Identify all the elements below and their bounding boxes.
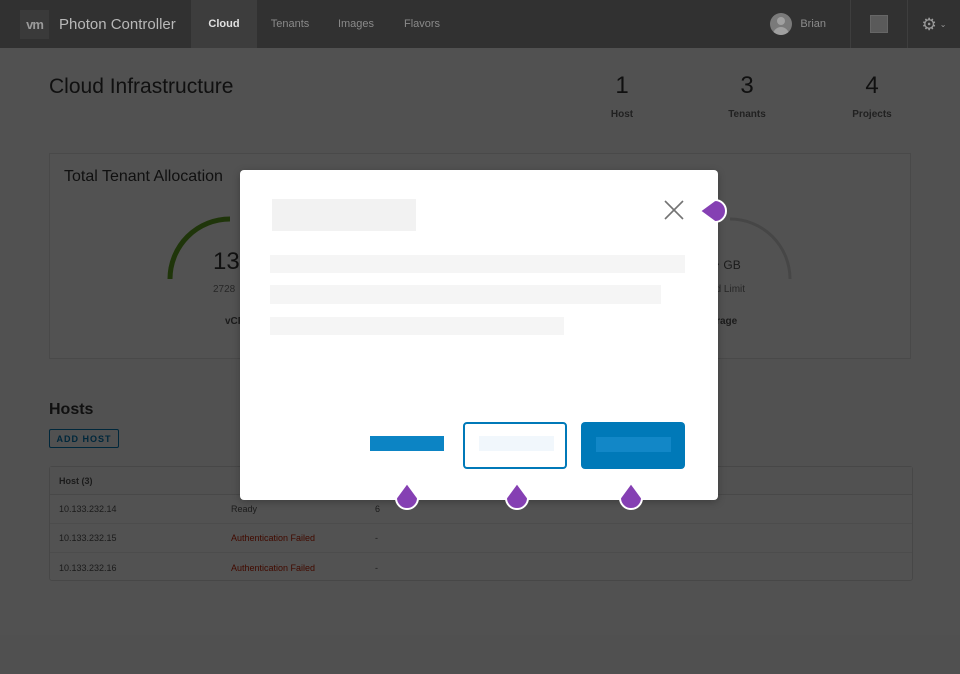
app-switcher-button[interactable] <box>851 0 908 48</box>
secondary-button[interactable] <box>463 422 567 469</box>
top-nav-bar: vm Photon Controller Cloud Tenants Image… <box>0 0 960 48</box>
primary-button-label-placeholder <box>596 437 671 452</box>
brand[interactable]: vm Photon Controller <box>0 0 191 48</box>
nav-tab-cloud[interactable]: Cloud <box>191 0 257 48</box>
nav-tab-tenants[interactable]: Tenants <box>257 0 323 48</box>
marker-link-button <box>394 482 420 510</box>
nav-tab-images[interactable]: Images <box>323 0 389 48</box>
modal-body-placeholder-line <box>270 255 685 273</box>
marker-primary-button <box>618 482 644 510</box>
avatar-icon <box>770 13 793 35</box>
main-nav: Cloud Tenants Images Flavors <box>191 0 455 48</box>
marker-secondary-button <box>504 482 530 510</box>
user-menu[interactable]: Brian <box>770 0 851 48</box>
modal-title-placeholder <box>272 199 416 231</box>
modal-dialog <box>240 170 718 500</box>
secondary-button-label-placeholder <box>479 436 554 451</box>
square-icon <box>870 15 888 33</box>
gear-icon: ⚙ <box>921 14 937 34</box>
modal-body-placeholder-line <box>270 317 564 335</box>
settings-menu-button[interactable]: ⚙ ⌄ <box>908 0 960 48</box>
nav-tab-flavors[interactable]: Flavors <box>389 0 455 48</box>
marker-close-icon <box>699 198 727 224</box>
link-button[interactable] <box>370 436 444 451</box>
close-icon <box>664 200 684 220</box>
primary-button[interactable] <box>581 422 685 469</box>
header-actions: Brian ⚙ ⌄ <box>770 0 960 48</box>
vmware-logo: vm <box>20 9 49 39</box>
user-name: Brian <box>800 18 826 30</box>
close-button[interactable] <box>662 198 686 222</box>
app-title: Photon Controller <box>59 15 176 33</box>
chevron-down-icon: ⌄ <box>939 19 947 29</box>
modal-body-placeholder-line <box>270 285 661 304</box>
